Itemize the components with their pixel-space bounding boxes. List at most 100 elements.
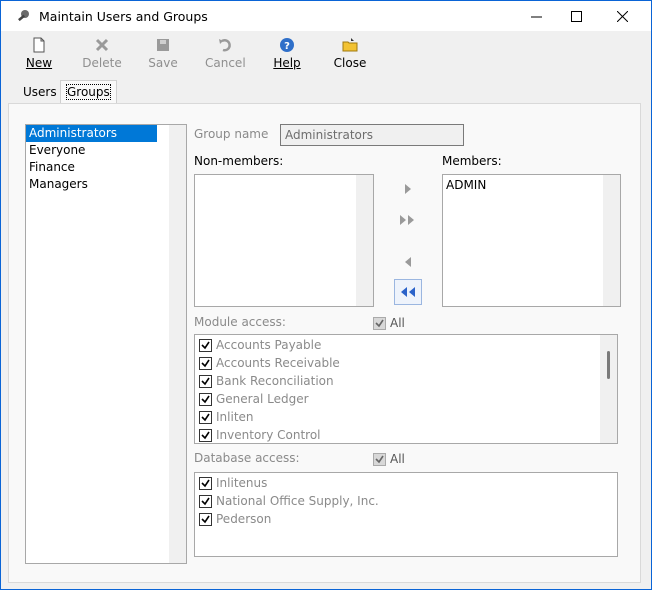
remove-member-button[interactable]: [394, 249, 422, 275]
save-icon: [157, 39, 169, 51]
module-all-label: All: [390, 316, 405, 330]
nonmembers-list[interactable]: [194, 174, 374, 307]
save-button[interactable]: Save: [147, 35, 179, 75]
svg-text:?: ?: [284, 41, 290, 52]
list-item[interactable]: Bank Reconciliation: [195, 372, 617, 390]
checkmark-icon: [201, 479, 210, 487]
checkmark-icon: [201, 395, 210, 403]
app-window: Maintain Users and Groups New Delete Sav…: [0, 0, 652, 590]
members-scrollbar[interactable]: [603, 175, 620, 306]
add-member-button[interactable]: [394, 176, 422, 202]
checkmark-icon: [375, 319, 384, 327]
remove-all-members-button[interactable]: [394, 279, 422, 305]
group-list[interactable]: Administrators Everyone Finance Managers: [25, 124, 187, 564]
module-label: Inliten: [216, 410, 254, 424]
members-label: Members:: [442, 154, 502, 168]
save-label: Save: [148, 56, 178, 70]
module-scrollbar[interactable]: [600, 335, 617, 443]
close-window-button[interactable]: [599, 1, 645, 31]
module-label: Inventory Control: [216, 428, 321, 442]
tab-groups[interactable]: Groups: [60, 80, 117, 103]
checkbox[interactable]: [199, 374, 212, 388]
checkbox[interactable]: [199, 410, 212, 424]
list-item[interactable]: Finance: [26, 159, 186, 176]
checkbox[interactable]: [199, 392, 212, 406]
module-label: Bank Reconciliation: [216, 374, 334, 388]
cancel-button[interactable]: Cancel: [205, 35, 246, 75]
help-label: Help: [273, 56, 301, 70]
checkbox[interactable]: [199, 428, 212, 442]
tab-users-label: Users: [23, 85, 57, 99]
tab-strip: Users Groups: [1, 79, 651, 103]
database-label: Inlitenus: [216, 476, 268, 490]
checkbox: [373, 452, 386, 466]
maximize-button[interactable]: [553, 1, 599, 31]
module-label: Accounts Receivable: [216, 356, 340, 370]
list-item[interactable]: Accounts Receivable: [195, 354, 617, 372]
double-arrow-right-icon: [400, 215, 414, 225]
checkmark-icon: [201, 431, 210, 439]
nonmembers-label: Non-members:: [194, 154, 284, 168]
checkbox[interactable]: [199, 512, 212, 526]
checkmark-icon: [201, 359, 210, 367]
checkmark-icon: [201, 377, 210, 385]
list-item[interactable]: Managers: [26, 176, 186, 193]
double-arrow-left-icon: [401, 287, 415, 297]
window-title: Maintain Users and Groups: [39, 9, 208, 24]
delete-icon: [95, 38, 109, 52]
group-list-scrollbar[interactable]: [169, 125, 186, 563]
members-list[interactable]: ADMIN: [442, 174, 621, 307]
database-all-checkbox[interactable]: All: [373, 452, 405, 466]
module-label: General Ledger: [216, 392, 309, 406]
add-all-members-button[interactable]: [394, 207, 422, 233]
checkbox: [373, 316, 386, 330]
arrow-left-icon: [405, 257, 411, 267]
minimize-icon: [530, 16, 542, 17]
list-item[interactable]: Inliten: [195, 408, 617, 426]
module-all-checkbox[interactable]: All: [373, 316, 405, 330]
toolbar: New Delete Save Cancel ? Help Close: [1, 31, 651, 77]
help-icon: ?: [280, 38, 294, 52]
checkbox[interactable]: [199, 356, 212, 370]
group-name-label: Group name: [194, 127, 269, 141]
app-icon: [18, 10, 29, 22]
list-item[interactable]: Inlitenus: [195, 474, 617, 492]
tab-users[interactable]: Users: [17, 83, 63, 101]
list-item[interactable]: General Ledger: [195, 390, 617, 408]
list-item[interactable]: Everyone: [26, 142, 186, 159]
checkmark-icon: [201, 413, 210, 421]
list-item[interactable]: Administrators: [26, 125, 157, 142]
delete-button[interactable]: Delete: [81, 35, 123, 75]
module-label: Accounts Payable: [216, 338, 322, 352]
new-button[interactable]: New: [23, 35, 55, 75]
checkbox[interactable]: [199, 494, 212, 508]
new-label: New: [25, 56, 53, 70]
list-item[interactable]: National Office Supply, Inc.: [195, 492, 617, 510]
list-item[interactable]: ADMIN: [443, 175, 620, 192]
database-access-list[interactable]: Inlitenus National Office Supply, Inc. P…: [194, 472, 618, 557]
database-label: National Office Supply, Inc.: [216, 494, 379, 508]
list-item[interactable]: Accounts Payable: [195, 336, 617, 354]
checkbox[interactable]: [199, 338, 212, 352]
checkmark-icon: [201, 497, 210, 505]
group-name-field[interactable]: Administrators: [280, 124, 464, 146]
close-folder-icon: [342, 38, 358, 52]
list-item[interactable]: Pederson: [195, 510, 617, 528]
new-document-icon: [33, 37, 45, 53]
database-all-label: All: [390, 452, 405, 466]
maximize-icon: [570, 10, 582, 22]
module-access-list[interactable]: Accounts Payable Accounts Receivable Ban…: [194, 334, 618, 444]
close-button[interactable]: Close: [333, 35, 367, 75]
tab-groups-label: Groups: [66, 84, 111, 100]
help-button[interactable]: ? Help: [272, 35, 302, 75]
nonmembers-scrollbar[interactable]: [356, 175, 373, 306]
cancel-label: Cancel: [205, 56, 246, 70]
list-item[interactable]: Inventory Control: [195, 426, 617, 443]
checkbox[interactable]: [199, 476, 212, 490]
close-icon: [616, 10, 628, 22]
title-bar: Maintain Users and Groups: [1, 1, 651, 31]
scroll-thumb[interactable]: [607, 351, 610, 379]
checkmark-icon: [201, 341, 210, 349]
groups-panel: Administrators Everyone Finance Managers…: [8, 103, 641, 583]
checkmark-icon: [201, 515, 210, 523]
